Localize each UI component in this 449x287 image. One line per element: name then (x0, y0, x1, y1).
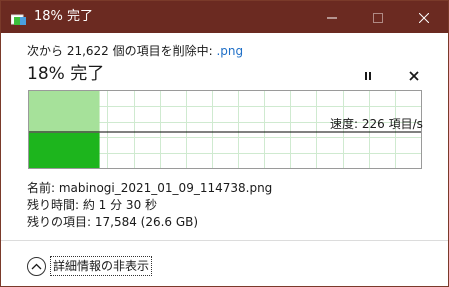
current-item-name: 名前: mabinogi_2021_01_09_114738.png (27, 181, 273, 195)
title-bar[interactable]: 18% 完了 (1, 1, 448, 33)
pause-button[interactable] (357, 65, 379, 85)
time-remaining: 残り時間: 約 1 分 30 秒 (27, 198, 158, 212)
less-details-button[interactable]: 詳細情報の非表示 (27, 255, 153, 277)
close-button[interactable] (401, 1, 447, 33)
maximize-button[interactable] (355, 1, 401, 33)
file-operation-icon (10, 11, 27, 25)
cancel-icon (409, 66, 419, 85)
window-title: 18% 完了 (34, 9, 94, 24)
minimize-icon (327, 8, 337, 27)
source-extension: .png (216, 44, 244, 58)
less-details-label: 詳細情報の非表示 (50, 256, 153, 276)
progress-heading: 18% 完了 (27, 64, 105, 84)
pause-icon (363, 66, 373, 85)
status-text: 次から 21,622 個の項目を削除中: (27, 44, 217, 58)
maximize-icon (373, 8, 383, 27)
speed-label: 速度: 226 項目/s (330, 117, 423, 131)
progress-fill (29, 133, 100, 168)
cancel-button[interactable] (403, 65, 425, 85)
close-icon (418, 8, 430, 27)
footer-divider (1, 240, 448, 241)
items-remaining: 残りの項目: 17,584 (26.6 GB) (27, 215, 199, 229)
delete-progress-dialog: 18% 完了 次から 21,622 個の項目を削除中: .png 18% 完了 (0, 0, 449, 287)
operation-status: 次から 21,622 個の項目を削除中: .png (27, 43, 243, 59)
chevron-up-icon (27, 256, 46, 276)
minimize-button[interactable] (309, 1, 355, 33)
